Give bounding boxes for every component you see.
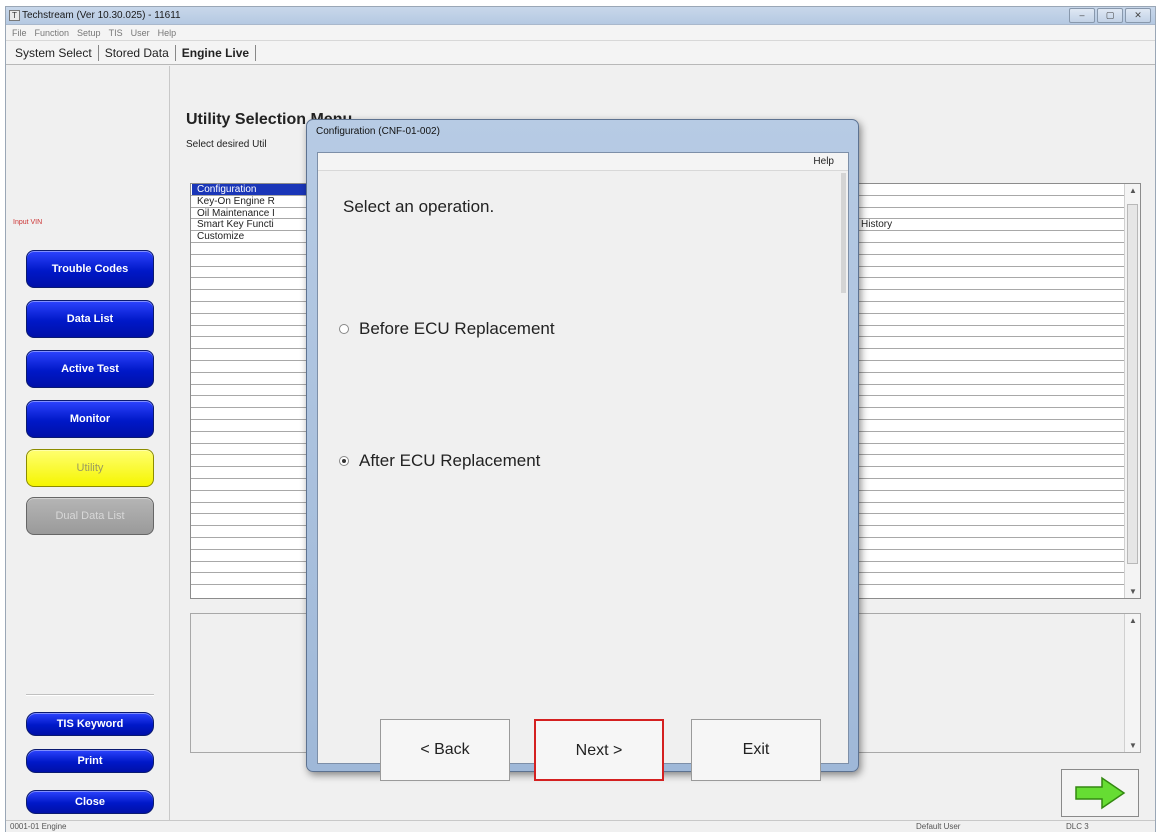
radio-label: After ECU Replacement <box>359 451 541 470</box>
active-test-button[interactable]: Active Test <box>26 350 154 388</box>
status-user: Default User <box>916 822 961 831</box>
close-button[interactable]: Close <box>26 790 154 814</box>
window-controls: – ▢ ✕ <box>1069 8 1151 23</box>
list-item-extra: History <box>861 219 893 231</box>
tab-stored-data[interactable]: Stored Data <box>99 44 176 61</box>
dialog-body: Help Select an operation. Before ECU Rep… <box>317 152 849 781</box>
list-item-label: Configuration <box>197 184 257 195</box>
radio-button-selected-icon[interactable] <box>339 456 349 466</box>
input-vin-link[interactable]: Input VIN <box>13 219 42 226</box>
radio-after-ecu[interactable]: After ECU Replacement <box>339 451 540 471</box>
tab-bar: System Select Stored Data Engine Live <box>6 41 1155 65</box>
menu-file[interactable]: File <box>12 25 27 40</box>
list-item-label: Smart Key Functi <box>197 219 274 231</box>
print-button[interactable]: Print <box>26 749 154 773</box>
status-left: 0001-01 Engine <box>10 822 67 831</box>
data-list-button[interactable]: Data List <box>26 300 154 338</box>
tab-system-select[interactable]: System Select <box>9 44 99 61</box>
menu-bar: File Function Setup TIS User Help <box>6 25 1155 41</box>
trouble-codes-button[interactable]: Trouble Codes <box>26 250 154 288</box>
tab-engine-live[interactable]: Engine Live <box>176 44 257 61</box>
menu-function[interactable]: Function <box>35 25 70 40</box>
list-scrollbar[interactable]: ▲ ▼ <box>1124 184 1140 598</box>
menu-tis[interactable]: TIS <box>109 25 123 40</box>
menu-setup[interactable]: Setup <box>77 25 101 40</box>
radio-label: Before ECU Replacement <box>359 319 555 338</box>
list-item-label: Oil Maintenance I <box>197 207 275 219</box>
title-bar: T Techstream (Ver 10.30.025) - 11611 – ▢… <box>6 7 1155 25</box>
menu-help[interactable]: Help <box>158 25 177 40</box>
radio-before-ecu[interactable]: Before ECU Replacement <box>339 319 555 339</box>
scroll-down-icon[interactable]: ▼ <box>1129 741 1137 750</box>
list-item-label: Key-On Engine R <box>197 195 275 207</box>
scroll-up-icon[interactable]: ▲ <box>1129 616 1137 625</box>
status-bar: 0001-01 Engine Default User DLC 3 <box>6 820 1155 832</box>
next-arrow-button[interactable] <box>1061 769 1139 817</box>
status-dlc: DLC 3 <box>1066 822 1089 831</box>
sidebar: Input VIN Trouble Codes Data List Active… <box>6 66 170 826</box>
dual-data-list-button[interactable]: Dual Data List <box>26 497 154 535</box>
scroll-up-icon[interactable]: ▲ <box>1129 186 1137 195</box>
dialog-help-menu[interactable]: Help <box>813 156 834 167</box>
next-button[interactable]: Next > <box>534 719 664 781</box>
dialog-prompt: Select an operation. <box>343 197 495 216</box>
scroll-thumb[interactable] <box>1127 204 1138 564</box>
dialog-menu-bar: Help <box>318 153 848 171</box>
scroll-down-icon[interactable]: ▼ <box>1129 587 1137 596</box>
app-icon: T <box>9 10 20 21</box>
tis-keyword-button[interactable]: TIS Keyword <box>26 712 154 736</box>
maximize-button[interactable]: ▢ <box>1097 8 1123 23</box>
menu-user[interactable]: User <box>131 25 150 40</box>
minimize-button[interactable]: – <box>1069 8 1095 23</box>
utility-button[interactable]: Utility <box>26 449 154 487</box>
page-subtitle: Select desired Util <box>186 139 267 150</box>
monitor-button[interactable]: Monitor <box>26 400 154 438</box>
description-scrollbar[interactable]: ▲ ▼ <box>1124 614 1140 752</box>
radio-button-icon[interactable] <box>339 324 349 334</box>
exit-button[interactable]: Exit <box>691 719 821 781</box>
close-window-button[interactable]: ✕ <box>1125 8 1151 23</box>
right-arrow-icon <box>1075 776 1126 810</box>
configuration-dialog: Configuration (CNF-01-002) Help Select a… <box>306 119 859 781</box>
sidebar-divider <box>26 694 154 696</box>
list-item-label: Customize <box>197 231 245 243</box>
window-title: Techstream (Ver 10.30.025) - 11611 <box>22 10 181 21</box>
dialog-scrollbar[interactable] <box>841 173 846 293</box>
back-button[interactable]: < Back <box>380 719 510 781</box>
dialog-title: Configuration (CNF-01-002) <box>316 126 440 137</box>
